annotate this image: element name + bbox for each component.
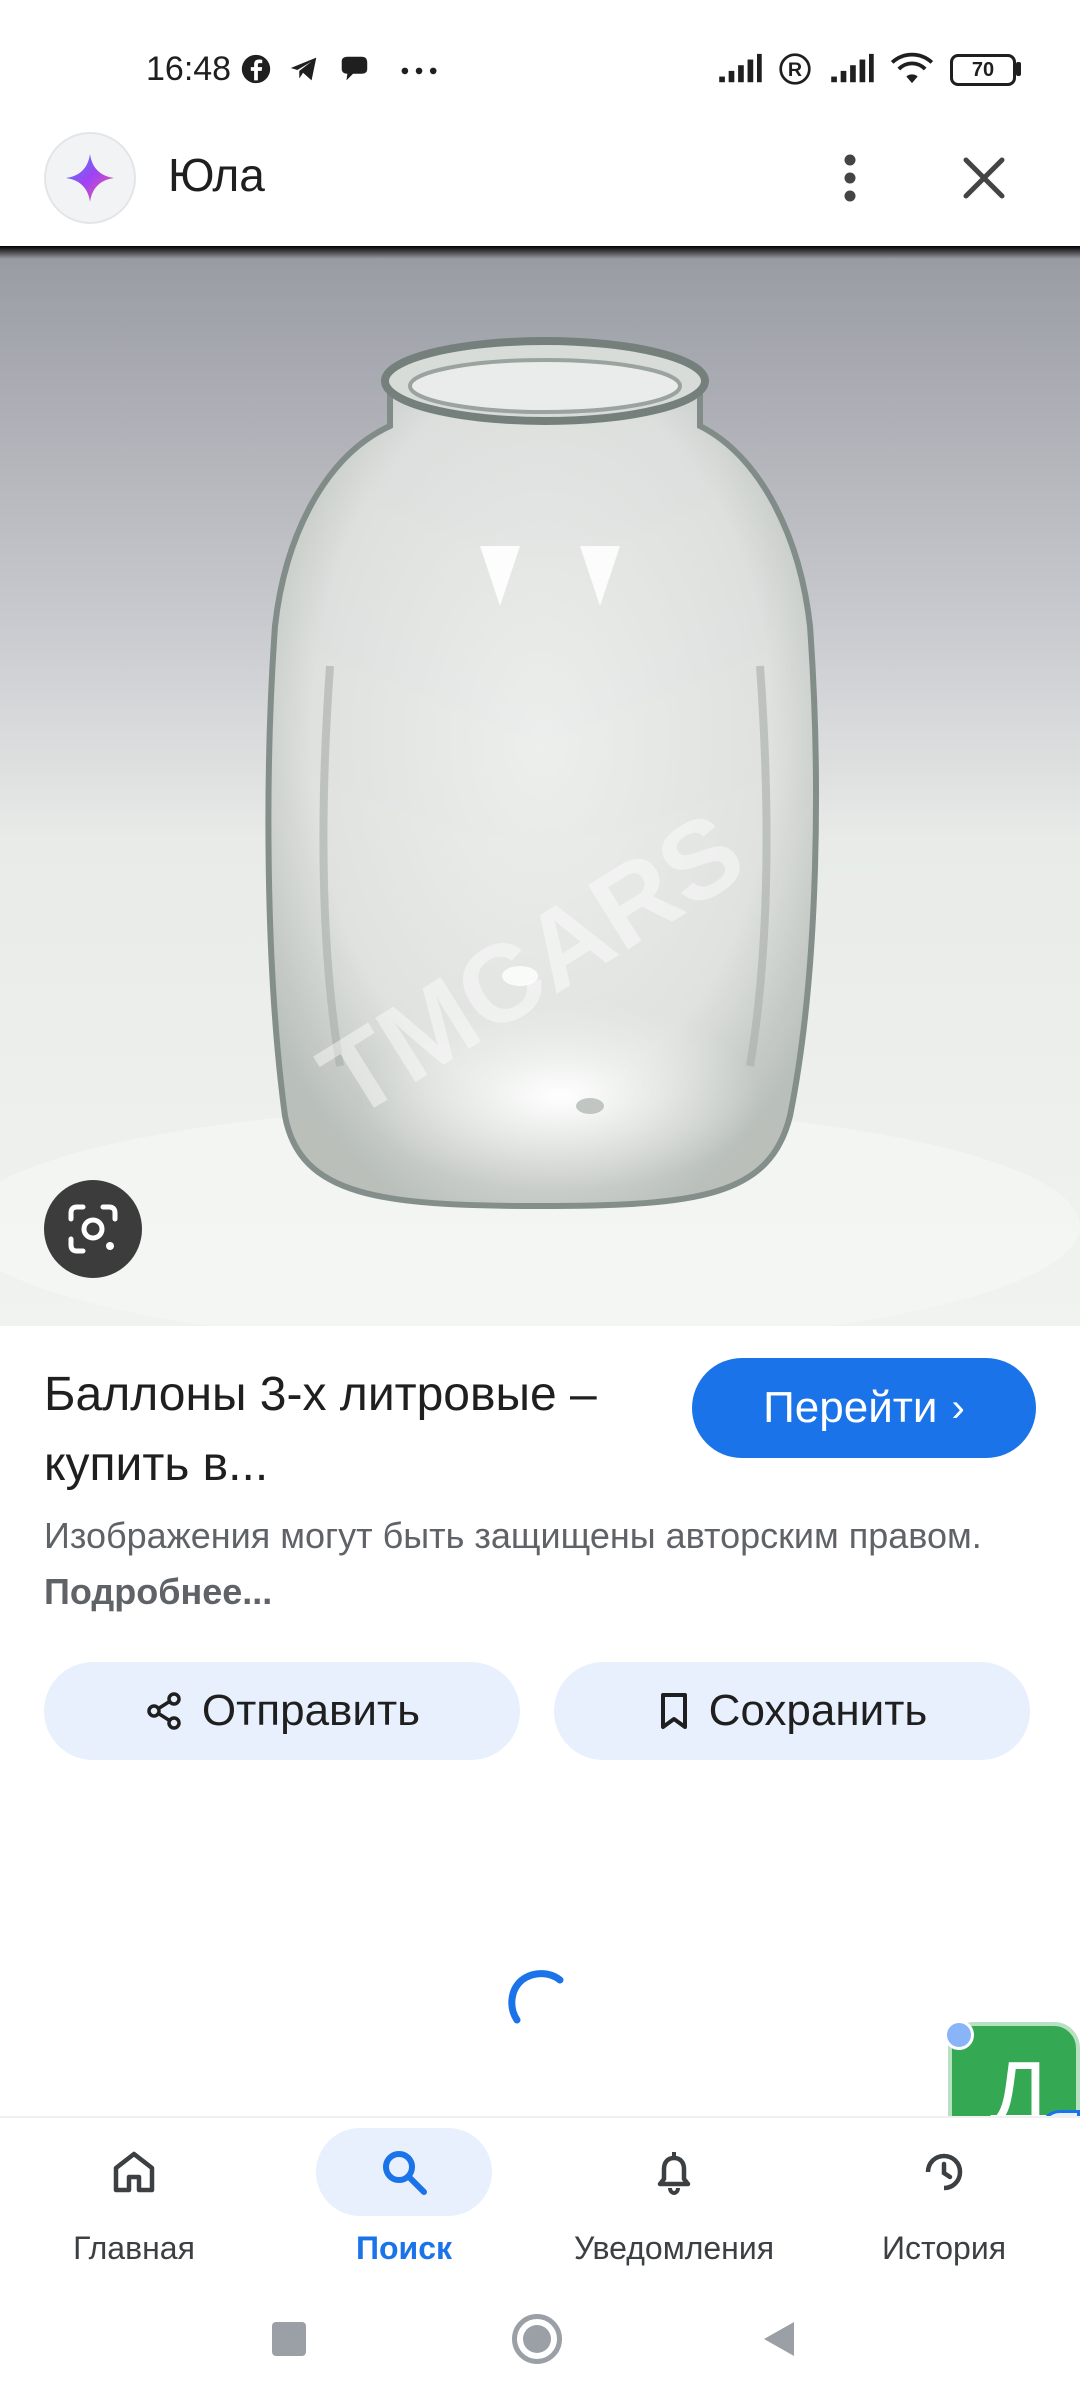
home-button[interactable]: [512, 2314, 562, 2364]
nav-item-home[interactable]: Главная: [14, 2118, 254, 2276]
more-options-button[interactable]: [818, 142, 882, 214]
more-vert-icon: [844, 154, 856, 202]
more-notifications-icon: [401, 67, 437, 75]
nav-label-history: История: [881, 2230, 1007, 2266]
search-icon: [383, 2151, 427, 2195]
history-icon: [925, 2153, 963, 2191]
close-icon: [963, 157, 1005, 199]
bookmark-icon: [660, 1693, 687, 1729]
status-bar: 16:48 R 70: [0, 0, 1080, 130]
recents-button[interactable]: [272, 2322, 306, 2356]
nav-label-notifications: Уведомления: [573, 2230, 775, 2266]
app-logo[interactable]: [44, 132, 136, 224]
facebook-icon: [241, 54, 271, 84]
bell-icon: [657, 2152, 691, 2196]
sparkle-icon: [66, 154, 114, 202]
share-button[interactable]: Отправить: [44, 1662, 520, 1760]
close-button[interactable]: [948, 142, 1020, 214]
save-label: Сохранить: [708, 1686, 928, 1735]
nav-icon-container: [856, 2128, 1032, 2216]
status-time: 16:48: [146, 50, 232, 88]
nav-icon-container: [316, 2128, 492, 2216]
glass-jar-image: TMCARS: [0, 246, 1080, 1326]
visit-label: Перейти: [763, 1383, 938, 1432]
telegram-icon: [290, 57, 317, 81]
roaming-icon: R: [779, 53, 811, 85]
back-button[interactable]: [758, 2318, 798, 2360]
wifi-icon: [890, 52, 934, 84]
nav-item-notifications[interactable]: Уведомления: [554, 2118, 794, 2276]
share-icon: [147, 1692, 181, 1730]
system-navigation-bar: [0, 2274, 1080, 2400]
bottom-navigation: Главная Поиск Уведомления История: [0, 2116, 1080, 2274]
share-label: Отправить: [201, 1686, 421, 1735]
copyright-note: Изображения могут быть защищены авторски…: [44, 1508, 1044, 1620]
home-icon: [113, 2151, 155, 2193]
svg-text:R: R: [788, 59, 802, 81]
home-button-dot: [523, 2325, 551, 2353]
signal-icon: [831, 53, 874, 83]
nav-label-search: Поиск: [355, 2230, 453, 2266]
more-info-link[interactable]: Подробнее...: [44, 1571, 272, 1612]
nav-icon-container: [586, 2128, 762, 2216]
nav-label-home: Главная: [73, 2230, 195, 2266]
visit-button[interactable]: Перейти ›: [692, 1358, 1036, 1458]
chevron-right-icon: ›: [951, 1385, 965, 1430]
copyright-text: Изображения могут быть защищены авторски…: [44, 1515, 982, 1556]
loading-spinner: [508, 1970, 564, 2024]
battery-tip: [1016, 62, 1021, 76]
lens-search-button[interactable]: [44, 1180, 142, 1278]
result-title[interactable]: Баллоны 3-х литровые – купить в...: [44, 1360, 674, 1500]
save-button[interactable]: Сохранить: [554, 1662, 1030, 1760]
floating-indicator-dot: [944, 2020, 974, 2050]
nav-item-search[interactable]: Поиск: [284, 2118, 524, 2276]
google-lens-icon: [68, 1204, 118, 1254]
chat-icon: [341, 56, 368, 81]
result-image[interactable]: TMCARS: [0, 246, 1080, 1326]
nav-item-history[interactable]: История: [824, 2118, 1064, 2276]
nav-icon-container: [46, 2128, 222, 2216]
signal-icon: [719, 53, 762, 83]
app-header: Юла: [0, 130, 1080, 246]
page-title: Юла: [168, 149, 265, 201]
battery-level: 70: [971, 58, 995, 81]
battery-icon: 70: [950, 54, 1016, 86]
